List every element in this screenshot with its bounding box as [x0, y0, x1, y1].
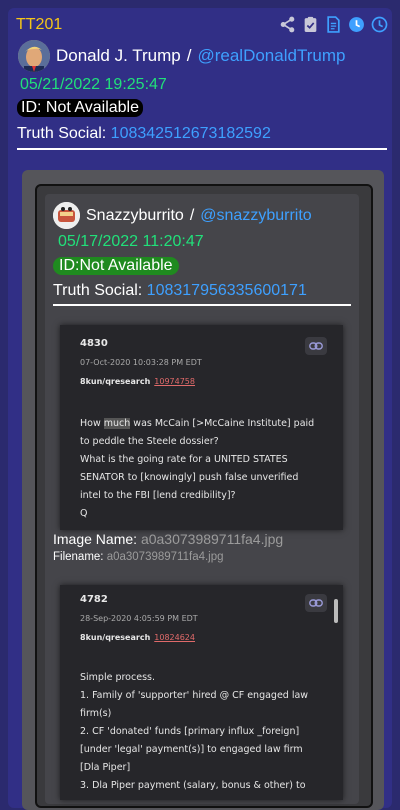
filename-row: Filename: a0a3073989711fa4.jpg [53, 551, 224, 563]
quoted-truth-social-id-link[interactable]: 108317956335600171 [147, 282, 307, 299]
clock-icon[interactable] [348, 16, 365, 33]
quoted-truth-social-row: Truth Social: 108317956335600171 [53, 282, 307, 300]
author-name: Donald J. Trump [56, 46, 181, 65]
link-chain-icon[interactable] [305, 594, 327, 612]
qpost-board: 8kun/qresearch 10974758 [80, 377, 195, 386]
filename-value: a0a3073989711fa4.jpg [106, 551, 224, 563]
qpost-number: 4782 [80, 594, 108, 605]
avatar[interactable] [18, 40, 50, 72]
qpost-board: 8kun/qresearch 10824624 [80, 633, 195, 642]
clock-outline-icon[interactable] [371, 16, 388, 33]
author-handle-link[interactable]: @realDonaldTrump [197, 46, 345, 66]
qpost-body-text-rest: was McCain [>McCaine Institute] paid to … [80, 418, 315, 519]
qpost-board-name: 8kun/qresearch [80, 633, 151, 642]
qpost-date: 07-Oct-2020 10:03:28 PM EDT [80, 358, 202, 367]
author-separator: / [186, 46, 192, 65]
quoted-author-name: Snazzyburrito [86, 206, 184, 224]
qpost-body: Simple process. 1. Family of 'supporter'… [80, 672, 309, 791]
post-toolbar [279, 16, 388, 33]
image-name-label: Image Name: [53, 531, 138, 547]
quoted-author-row: Snazzyburrito / @snazzyburrito [53, 202, 312, 229]
quoted-author-separator: / [189, 206, 195, 224]
qpost-link[interactable]: 10824624 [154, 633, 195, 642]
quoted-avatar[interactable] [53, 202, 80, 229]
post-timestamp: 05/21/2022 19:25:47 [20, 76, 167, 93]
truth-social-row: Truth Social: 108342512673182592 [17, 125, 271, 143]
image-name-value: a0a3073989711fa4.jpg [140, 531, 284, 547]
quoted-truth-social-label: Truth Social: [53, 282, 143, 299]
filename-label: Filename: [53, 551, 104, 563]
qpost-body-highlight: much [103, 418, 131, 429]
qpost-date: 28-Sep-2020 4:05:59 PM EDT [80, 614, 198, 623]
qpost-number: 4830 [80, 338, 108, 349]
clipboard-check-icon[interactable] [302, 16, 319, 33]
qpost-image-2[interactable]: 4782 28-Sep-2020 4:05:59 PM EDT 8kun/qre… [60, 585, 343, 800]
qpost-image-1[interactable]: 4830 07-Oct-2020 10:03:28 PM EDT 8kun/qr… [60, 325, 343, 530]
truth-social-label: Truth Social: [17, 125, 107, 142]
author-row: Donald J. Trump / @realDonaldTrump [18, 40, 345, 72]
share-icon[interactable] [279, 16, 296, 33]
quoted-author-handle-link[interactable]: @snazzyburrito [200, 207, 311, 225]
qpost-body: How much was McCain [>McCaine Institute]… [80, 415, 335, 523]
truth-social-id-link[interactable]: 108342512673182592 [111, 125, 271, 142]
image-name-row: Image Name: a0a3073989711fa4.jpg [53, 531, 283, 547]
id-badge: ID: Not Available [17, 99, 143, 117]
qpost-link[interactable]: 10974758 [154, 377, 195, 386]
qpost-board-name: 8kun/qresearch [80, 377, 151, 386]
post-id: TT201 [16, 16, 63, 33]
quoted-id-badge: ID:Not Available [53, 257, 179, 275]
quoted-timestamp: 05/17/2022 11:20:47 [58, 233, 204, 250]
qpost-body-text: How [80, 418, 104, 429]
divider [17, 148, 387, 150]
qpost-scrollbar[interactable] [334, 599, 338, 623]
link-chain-icon[interactable] [305, 337, 327, 355]
document-icon[interactable] [325, 16, 342, 33]
quoted-divider [53, 304, 351, 306]
